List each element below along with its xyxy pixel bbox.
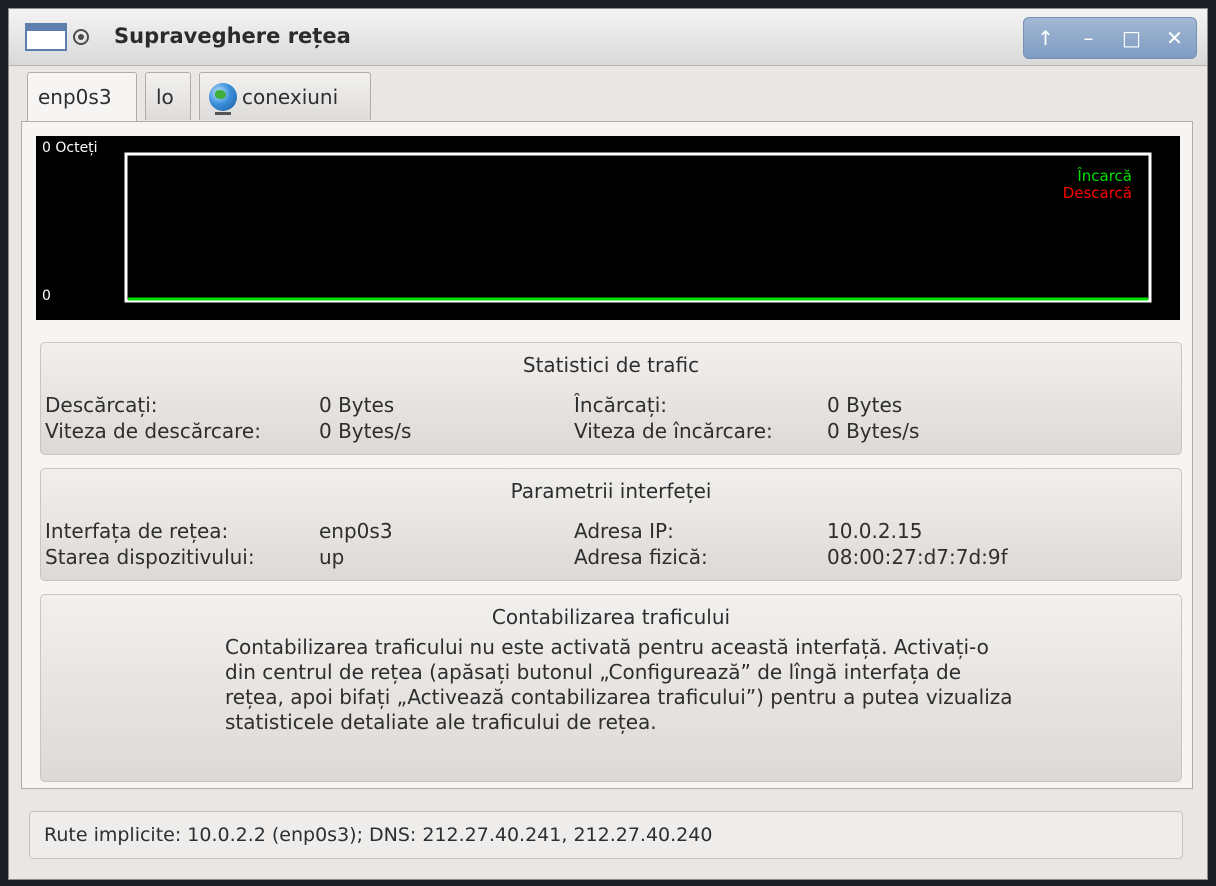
title-bar[interactable]: Supraveghere rețea ↑ – □ ✕ bbox=[9, 9, 1207, 66]
interface-params-panel: Parametrii interfeței Interfața de rețea… bbox=[40, 468, 1182, 581]
downloaded-label: Descărcați: bbox=[45, 393, 158, 417]
legend-upload: Încarcă bbox=[1076, 166, 1132, 185]
uploaded-label: Încărcați: bbox=[574, 393, 667, 417]
app-window-icon[interactable] bbox=[25, 23, 67, 51]
interface-params-title: Parametrii interfeței bbox=[510, 479, 712, 503]
upload-speed-label: Viteza de încărcare: bbox=[574, 419, 773, 443]
tab-enp0s3[interactable]: enp0s3 bbox=[27, 72, 137, 122]
window-title: Supraveghere rețea bbox=[114, 24, 351, 48]
device-state-label: Starea dispozitivului: bbox=[45, 545, 255, 569]
traffic-accounting-title: Contabilizarea traficului bbox=[491, 605, 731, 629]
download-speed-value: 0 Bytes/s bbox=[319, 419, 412, 443]
graph-y-bottom-label: 0 bbox=[42, 288, 51, 304]
device-state-value: up bbox=[319, 545, 345, 569]
tab-content: 0 Octeți 0 Încarcă Descarcă Statistici d… bbox=[21, 121, 1193, 789]
mac-address-value: 08:00:27:d7:7d:9f bbox=[827, 545, 1008, 569]
ip-address-label: Adresa IP: bbox=[574, 519, 674, 543]
globe-icon bbox=[209, 83, 237, 115]
minimize-button[interactable]: – bbox=[1071, 20, 1107, 56]
traffic-accounting-message: Contabilizarea traficului nu este activa… bbox=[225, 635, 1013, 734]
tab-conexiuni-label: conexiuni bbox=[242, 85, 339, 109]
traffic-stats-title: Statistici de trafic bbox=[522, 353, 700, 377]
status-bar: Rute implicite: 10.0.2.2 (enp0s3); DNS: … bbox=[29, 811, 1183, 859]
window-menu-icon[interactable] bbox=[73, 29, 89, 45]
mac-address-label: Adresa fizică: bbox=[574, 545, 708, 569]
keep-above-button[interactable]: ↑ bbox=[1028, 20, 1064, 56]
tab-conexiuni[interactable]: conexiuni bbox=[199, 72, 371, 120]
upload-speed-value: 0 Bytes/s bbox=[827, 419, 920, 443]
status-routes-dns: Rute implicite: 10.0.2.2 (enp0s3); DNS: … bbox=[44, 824, 713, 846]
graph-plot-frame bbox=[124, 152, 1152, 303]
traffic-graph: 0 Octeți 0 Încarcă Descarcă bbox=[36, 136, 1180, 320]
legend-download: Descarcă bbox=[1063, 184, 1132, 202]
uploaded-value: 0 Bytes bbox=[827, 393, 903, 417]
app-window: Supraveghere rețea ↑ – □ ✕ enp0s3 lo con… bbox=[8, 8, 1208, 880]
traffic-accounting-panel: Contabilizarea traficului Contabilizarea… bbox=[40, 594, 1182, 782]
maximize-button[interactable]: □ bbox=[1114, 20, 1150, 56]
ip-address-value: 10.0.2.15 bbox=[827, 519, 923, 543]
downloaded-value: 0 Bytes bbox=[319, 393, 395, 417]
interface-label: Interfața de rețea: bbox=[45, 519, 229, 543]
traffic-graph-svg: 0 Octeți 0 Încarcă Descarcă bbox=[42, 140, 1152, 304]
graph-y-top-label: 0 Octeți bbox=[42, 140, 98, 156]
window-controls: ↑ – □ ✕ bbox=[1023, 17, 1197, 59]
interface-value: enp0s3 bbox=[319, 519, 393, 543]
close-button[interactable]: ✕ bbox=[1157, 20, 1193, 56]
traffic-stats-panel: Statistici de trafic Descărcați: 0 Bytes… bbox=[40, 342, 1182, 455]
download-speed-label: Viteza de descărcare: bbox=[45, 419, 261, 443]
tab-lo[interactable]: lo bbox=[145, 72, 191, 120]
